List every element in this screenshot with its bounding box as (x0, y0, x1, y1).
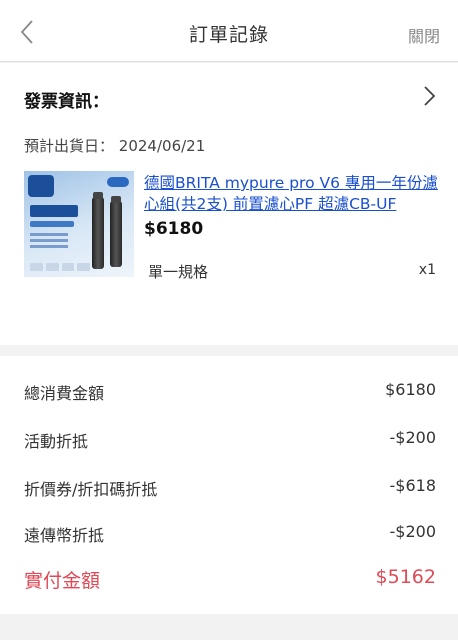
product-quantity: x1 (418, 262, 436, 278)
amount-paid-value: $5162 (375, 566, 436, 588)
top-nav-bar: 訂單記錄 關閉 (0, 0, 458, 62)
summary-row-total-spend: 總消費金額 $6180 (24, 378, 436, 404)
thumbnail-feature-icons (30, 263, 90, 271)
summary-label: 活動折抵 (24, 432, 89, 451)
thumbnail-brand-logo (107, 177, 129, 187)
ship-date-label: 預計出貨日： (24, 137, 115, 155)
amount-paid-label: 實付金額 (24, 570, 101, 592)
product-price: $6180 (144, 219, 204, 239)
summary-label: 折價券/折扣碼折抵 (24, 480, 158, 499)
thumbnail-subheadline (30, 221, 74, 227)
product-thumbnail[interactable] (24, 171, 134, 277)
filter-cartridge-image (92, 192, 104, 269)
chevron-right-icon (424, 86, 436, 106)
product-spec: 單一規格 (148, 263, 209, 281)
thumbnail-text-line (30, 233, 68, 236)
summary-value: $6180 (385, 380, 436, 399)
invoice-info-row[interactable]: 發票資訊： (24, 81, 440, 112)
thumbnail-text-line (30, 239, 68, 242)
product-name-link[interactable]: 德國BRITA mypure pro V6 專用一年份濾心組(共2支) 前置濾心… (144, 173, 440, 215)
summary-label: 總消費金額 (24, 384, 105, 403)
summary-value: -$200 (389, 522, 437, 541)
summary-label: 遠傳幣折抵 (24, 526, 105, 545)
payment-summary: 總消費金額 $6180 活動折抵 -$200 折價券/折扣碼折抵 -$618 遠… (0, 356, 458, 614)
summary-row-coin-discount: 遠傳幣折抵 -$200 (24, 520, 436, 546)
summary-row-amount-paid: 實付金額 $5162 (24, 566, 436, 592)
page-title: 訂單記錄 (188, 24, 269, 46)
order-item-card: 發票資訊： 預計出貨日： 2024/06/21 德國BRITA mypure p… (0, 63, 458, 345)
close-button[interactable]: 關閉 (408, 23, 440, 47)
summary-value: -$200 (389, 428, 437, 447)
filter-cartridge-image (110, 196, 122, 267)
summary-row-activity-discount: 活動折抵 -$200 (24, 426, 436, 452)
thumbnail-headline (30, 205, 78, 217)
thumbnail-badge (28, 175, 54, 197)
summary-row-coupon-discount: 折價券/折扣碼折抵 -$618 (24, 474, 436, 500)
estimated-ship-date: 預計出貨日： 2024/06/21 (24, 135, 205, 156)
invoice-title: 發票資訊： (24, 92, 109, 112)
summary-value: -$618 (389, 476, 437, 495)
ship-date-value: 2024/06/21 (118, 137, 206, 155)
thumbnail-text-line (30, 245, 68, 248)
